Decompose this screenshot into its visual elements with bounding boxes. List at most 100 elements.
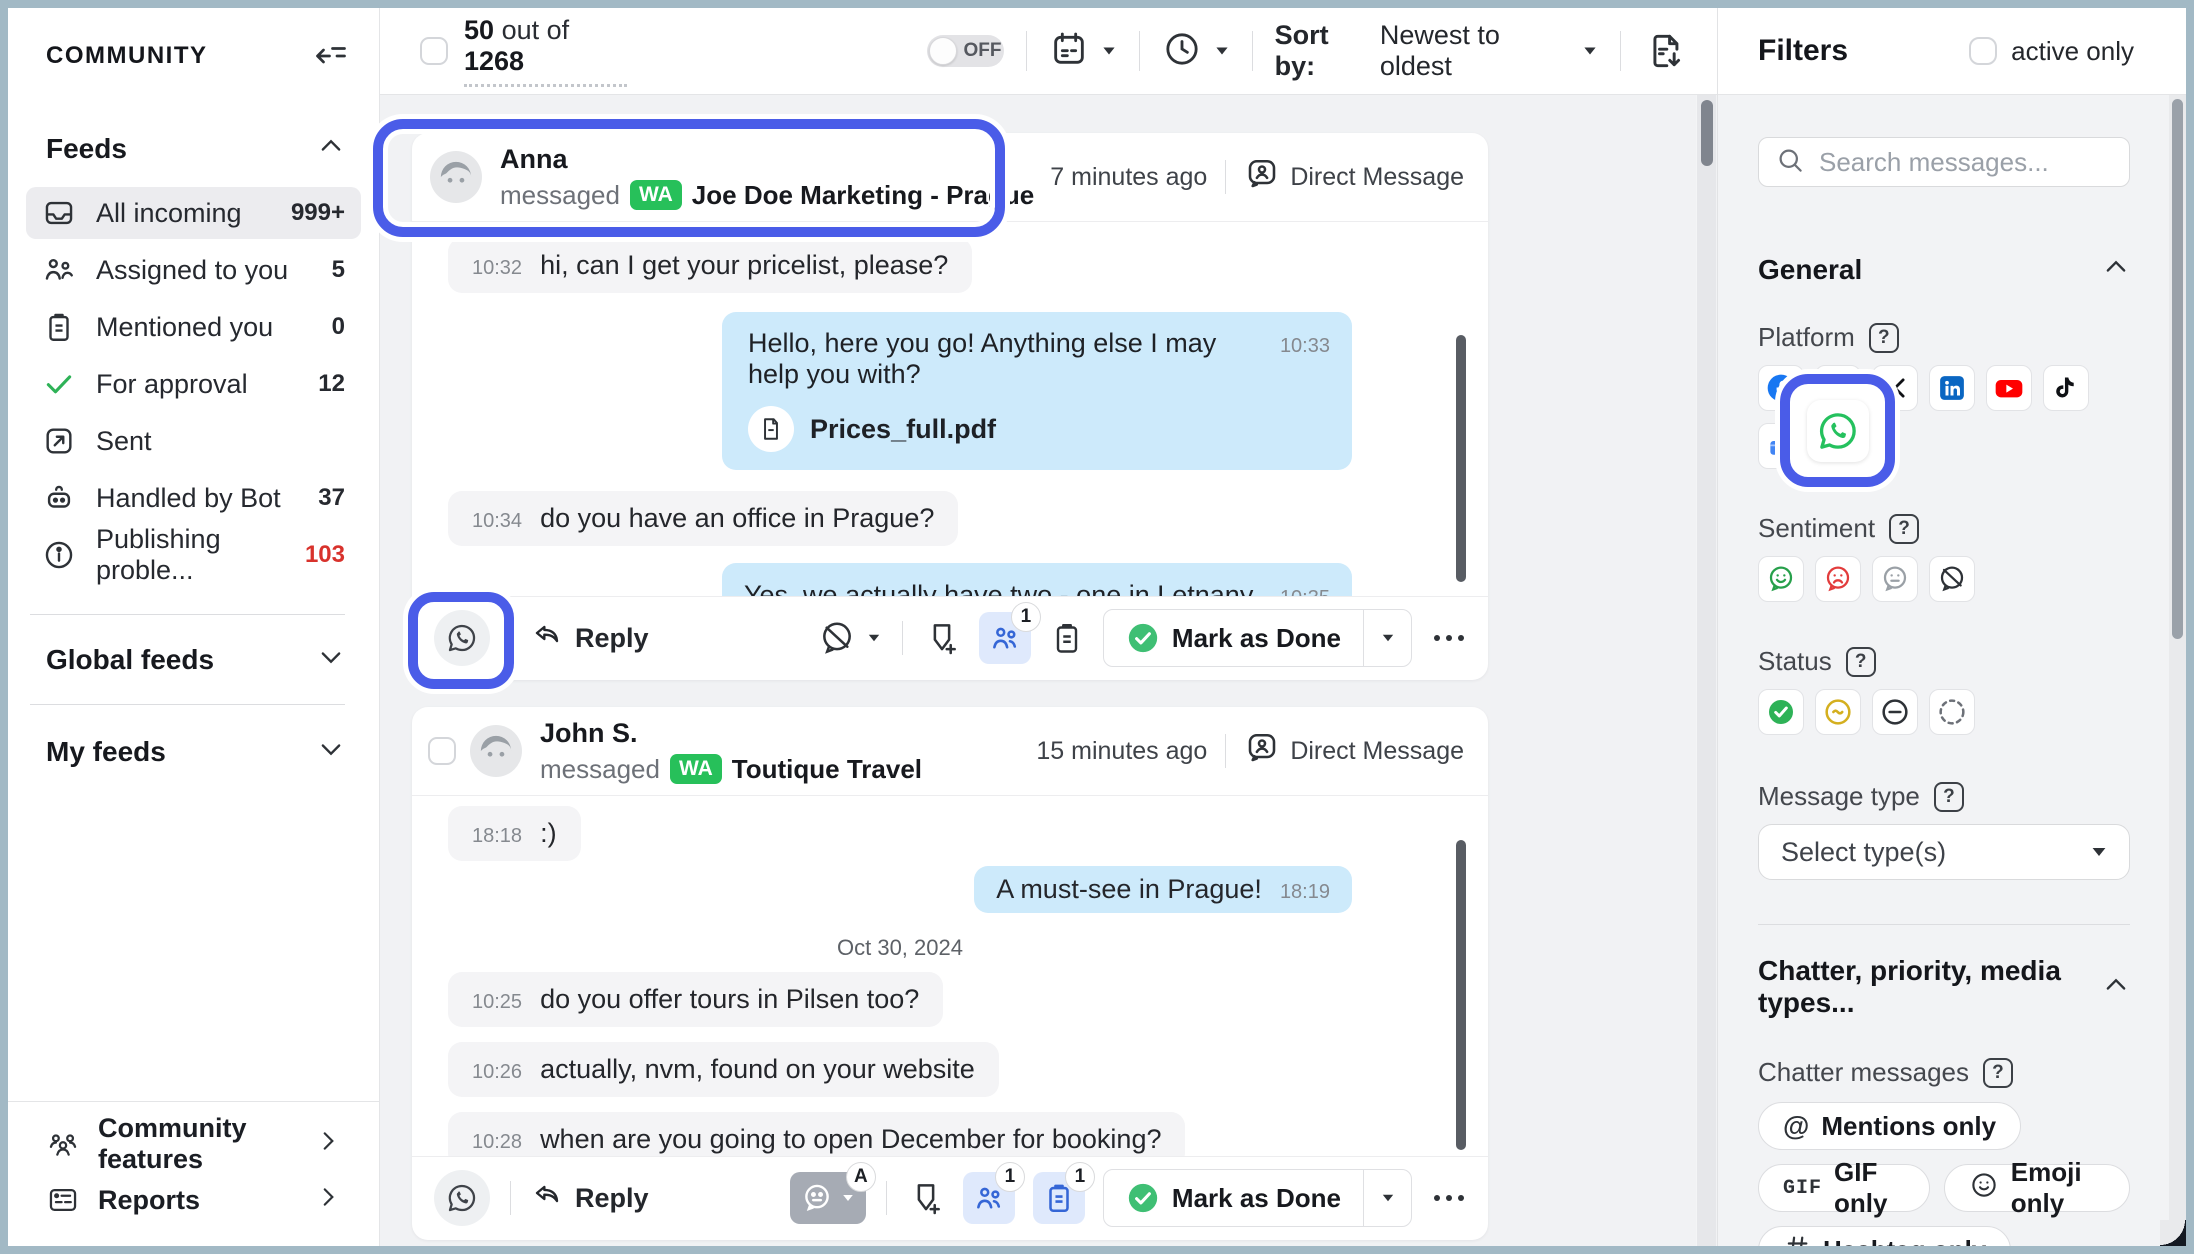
caret-down-icon bbox=[1584, 48, 1595, 55]
divider bbox=[30, 614, 345, 615]
sidebar-item-sent[interactable]: Sent bbox=[26, 415, 361, 467]
mark-as-done-dropdown[interactable] bbox=[1363, 610, 1411, 666]
sidebar-item-for-approval[interactable]: For approval 12 bbox=[26, 358, 361, 410]
sidebar-item-all-incoming[interactable]: All incoming 999+ bbox=[26, 187, 361, 239]
status-minus-icon[interactable] bbox=[1872, 689, 1918, 735]
sidebar-item-mentioned-you[interactable]: Mentioned you 0 bbox=[26, 301, 361, 353]
help-icon[interactable]: ? bbox=[1846, 647, 1876, 677]
mentions-only-button[interactable]: @ Mentions only bbox=[1758, 1102, 2021, 1150]
sidebar-item-handled-by-bot[interactable]: Handled by Bot 37 bbox=[26, 472, 361, 524]
help-icon[interactable]: ? bbox=[1889, 514, 1919, 544]
selection-count: 50 out of 1268 bbox=[464, 15, 627, 87]
more-options-button[interactable] bbox=[1430, 1195, 1468, 1201]
gif-only-button[interactable]: GIF GIF only bbox=[1758, 1164, 1930, 1212]
notes-icon[interactable] bbox=[1049, 620, 1085, 656]
message-type-select[interactable]: Select type(s) bbox=[1758, 824, 2130, 880]
off-toggle[interactable]: OFF bbox=[927, 35, 1004, 67]
card-checkbox[interactable] bbox=[428, 737, 456, 765]
avatar bbox=[470, 725, 522, 777]
chatter-messages-label: Chatter messages bbox=[1758, 1057, 1969, 1088]
status-done-icon[interactable] bbox=[1758, 689, 1804, 735]
sidebar-item-label: Mentioned you bbox=[96, 312, 332, 343]
attachment-name: Prices_full.pdf bbox=[810, 414, 996, 445]
feeds-list: All incoming 999+ Assigned to you 5 Ment… bbox=[8, 187, 379, 586]
label-add-icon[interactable] bbox=[907, 1179, 945, 1217]
help-icon[interactable]: ? bbox=[1869, 323, 1899, 353]
divider bbox=[1225, 734, 1226, 768]
select-all-checkbox[interactable] bbox=[420, 37, 448, 65]
label-add-icon[interactable] bbox=[923, 619, 961, 657]
chevron-up-icon[interactable] bbox=[317, 132, 345, 165]
whatsapp-platform-icon[interactable] bbox=[1807, 400, 1869, 462]
sort-dropdown[interactable]: Sort by: Newest to oldest bbox=[1275, 20, 1598, 82]
bot-icon bbox=[42, 481, 76, 515]
collapse-sidebar-icon[interactable] bbox=[313, 38, 349, 74]
reply-button[interactable]: Reply bbox=[531, 619, 649, 658]
feeds-section-title: Feeds bbox=[46, 133, 127, 165]
chat-scrollbar[interactable] bbox=[1456, 840, 1466, 1150]
sidebar-item-reports[interactable]: Reports bbox=[32, 1172, 355, 1228]
sidebar-item-label: Sent bbox=[96, 426, 345, 457]
filters-scrollbar[interactable] bbox=[2169, 95, 2186, 1246]
sidebar-item-assigned-to-you[interactable]: Assigned to you 5 bbox=[26, 244, 361, 296]
help-icon[interactable]: ? bbox=[1983, 1058, 2013, 1088]
chevron-down-icon[interactable] bbox=[317, 735, 345, 768]
sidebar-item-community-features[interactable]: Community features bbox=[32, 1116, 355, 1172]
info-icon bbox=[42, 538, 76, 572]
status-pending-icon[interactable] bbox=[1929, 689, 1975, 735]
message-list: Anna messaged WA Joe Doe Marketing - Pra… bbox=[380, 95, 1717, 1246]
time-filter-dropdown[interactable] bbox=[1162, 29, 1230, 74]
divider bbox=[886, 1181, 887, 1215]
general-section-title: General bbox=[1758, 254, 1862, 286]
main-scrollbar[interactable] bbox=[1696, 95, 1716, 1246]
main-scrollbar-thumb[interactable] bbox=[1701, 100, 1713, 166]
active-only-toggle[interactable]: active only bbox=[1969, 36, 2134, 67]
reply-button[interactable]: Reply bbox=[531, 1179, 649, 1218]
divider bbox=[1026, 31, 1027, 71]
more-options-button[interactable] bbox=[1430, 635, 1468, 641]
count-badge-alert: 103 bbox=[305, 541, 345, 569]
date-filter-dropdown[interactable] bbox=[1049, 29, 1117, 74]
mark-as-done-dropdown[interactable] bbox=[1363, 1170, 1411, 1226]
sentiment-positive-icon[interactable] bbox=[1758, 556, 1804, 602]
annotation-whatsapp-reply-highlight bbox=[408, 592, 514, 689]
card-footer: Reply A 1 bbox=[412, 1156, 1488, 1239]
sentiment-neutral-icon[interactable] bbox=[1872, 556, 1918, 602]
tiktok-icon[interactable] bbox=[2043, 365, 2089, 411]
export-icon[interactable] bbox=[1643, 29, 1687, 73]
filters-scrollbar-thumb[interactable] bbox=[2172, 99, 2183, 639]
search-box[interactable] bbox=[1758, 137, 2130, 187]
youtube-icon[interactable] bbox=[1986, 365, 2032, 411]
hashtag-only-button[interactable]: Hashtag only bbox=[1758, 1226, 2011, 1246]
file-icon bbox=[748, 406, 794, 452]
card-header: John S. messaged WA Toutique Travel 15 m… bbox=[412, 707, 1488, 796]
sentiment-negative-icon[interactable] bbox=[1815, 556, 1861, 602]
chevron-up-icon[interactable] bbox=[2102, 253, 2130, 286]
sidebar-item-publishing-problems[interactable]: Publishing proble... 103 bbox=[26, 529, 361, 581]
assign-users-button[interactable]: 1 bbox=[963, 1172, 1015, 1224]
chevron-up-icon[interactable] bbox=[2102, 971, 2130, 1004]
mark-as-done-button[interactable]: Mark as Done bbox=[1103, 1169, 1412, 1227]
assign-users-button[interactable]: 1 bbox=[979, 612, 1031, 664]
chat-scrollbar[interactable] bbox=[1456, 335, 1466, 582]
mark-as-done-button[interactable]: Mark as Done bbox=[1103, 609, 1412, 667]
active-only-checkbox[interactable] bbox=[1969, 37, 1997, 65]
status-snoozed-icon[interactable] bbox=[1815, 689, 1861, 735]
file-attachment[interactable]: Prices_full.pdf bbox=[748, 406, 1330, 452]
sentiment-dropdown[interactable]: A bbox=[790, 1172, 866, 1224]
sent-icon bbox=[42, 424, 76, 458]
app-window: COMMUNITY Feeds All incoming 999+ Assign… bbox=[0, 0, 2194, 1254]
sidebar: COMMUNITY Feeds All incoming 999+ Assign… bbox=[8, 8, 380, 1246]
search-input[interactable] bbox=[1819, 147, 2113, 178]
sentiment-dropdown[interactable] bbox=[818, 619, 882, 657]
sentiment-none-icon[interactable] bbox=[1929, 556, 1975, 602]
emoji-only-button[interactable]: Emoji only bbox=[1944, 1164, 2130, 1212]
notes-button[interactable]: 1 bbox=[1033, 1172, 1085, 1224]
toggle-knob bbox=[929, 37, 957, 65]
help-icon[interactable]: ? bbox=[1934, 782, 1964, 812]
sidebar-item-label: All incoming bbox=[96, 198, 291, 229]
chevron-down-icon[interactable] bbox=[317, 643, 345, 676]
linkedin-icon[interactable] bbox=[1929, 365, 1975, 411]
emoji-icon bbox=[1969, 1170, 1999, 1207]
annotation-whatsapp-platform-highlight bbox=[1780, 374, 1895, 487]
